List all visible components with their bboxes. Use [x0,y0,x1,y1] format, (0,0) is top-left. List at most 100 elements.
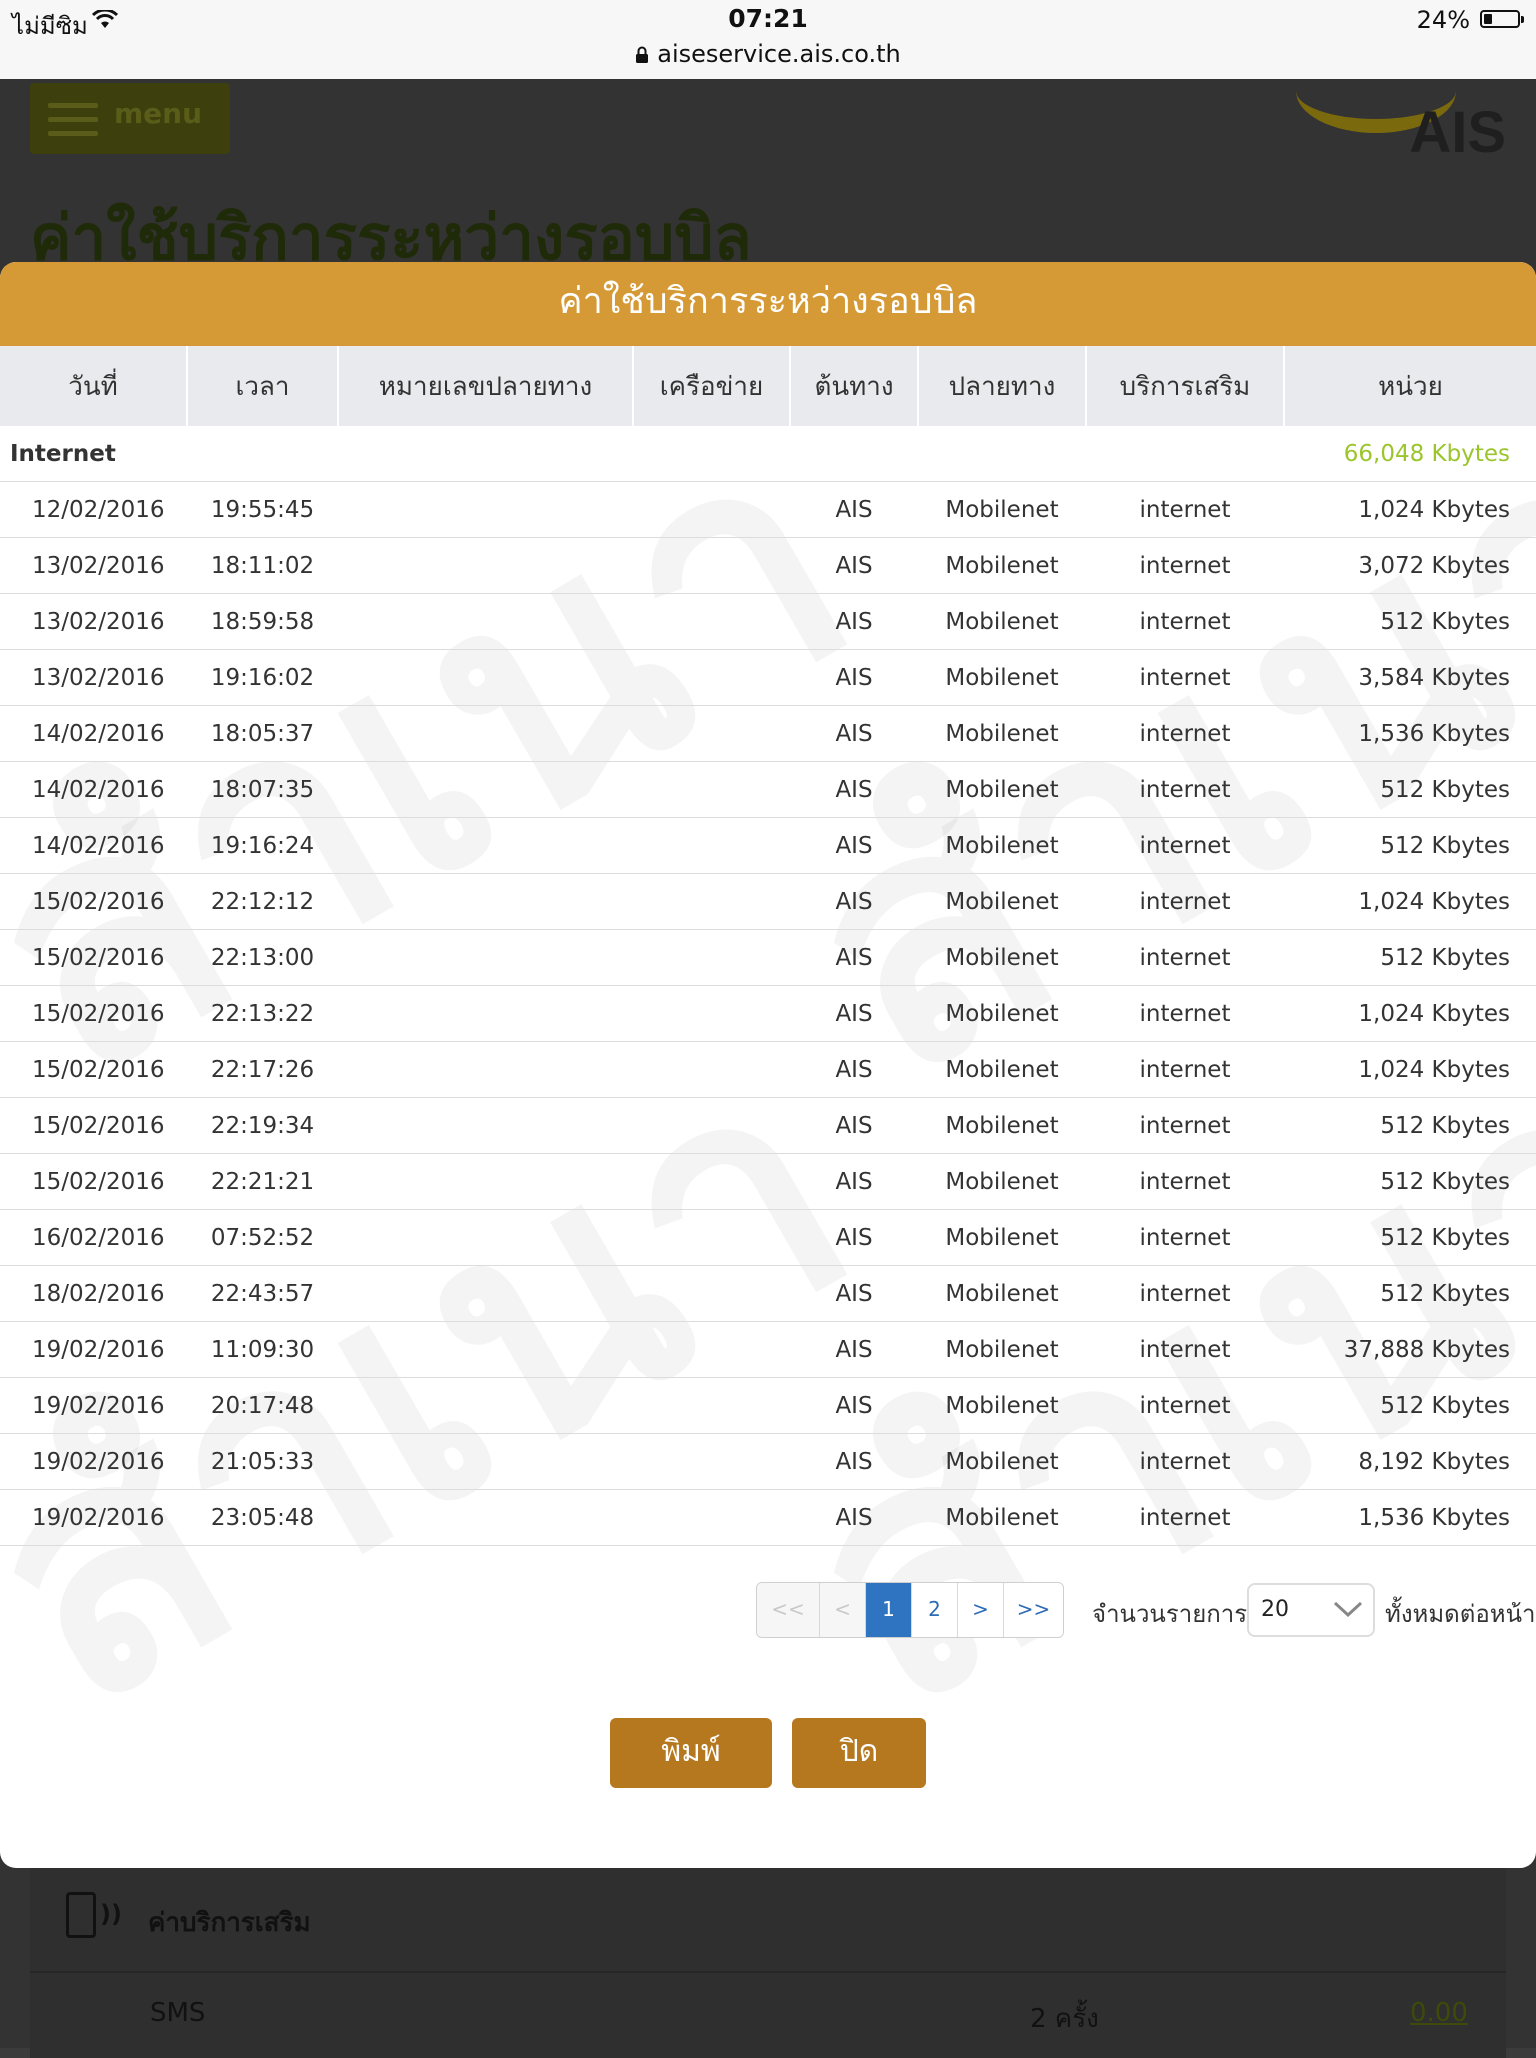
address-bar[interactable]: aiseservice.ais.co.th [0,40,1536,68]
cell-unit: 1,536 Kbytes [1284,705,1536,762]
cell-origin: AIS [790,705,918,762]
cell-unit: 512 Kbytes [1284,929,1536,986]
cell-date: 14/02/2016 [0,705,187,762]
per-page-tail: ทั้งหมดต่อหน้า [1385,1600,1536,1628]
cell-network [633,649,790,706]
table-row: 19/02/2016 21:05:33 AIS Mobilenet internet 8,… [0,1433,1536,1490]
col-dest-number: หมายเลขปลายทาง [337,346,633,426]
cell-date: 15/02/2016 [0,1153,187,1210]
cell-time: 18:07:35 [187,761,338,818]
cell-unit: 512 Kbytes [1284,1097,1536,1154]
lock-icon [636,46,649,63]
cell-date: 18/02/2016 [0,1265,187,1322]
battery-icon [1480,10,1524,28]
cell-dest-number [338,1489,633,1546]
cell-network [633,705,790,762]
cell-unit: 512 Kbytes [1284,1377,1536,1434]
cell-dest-number [338,705,633,762]
cell-unit: 1,024 Kbytes [1284,873,1536,930]
cell-dest-number [338,1321,633,1378]
cell-time: 11:09:30 [187,1321,338,1378]
sms-amount-link[interactable]: 0.00 [1410,1998,1468,2028]
cell-dest-number [338,649,633,706]
cell-origin: AIS [790,761,918,818]
cell-time: 19:55:45 [187,481,338,538]
prev-page-button[interactable]: < [819,1583,865,1637]
cell-date: 13/02/2016 [0,593,187,650]
close-button[interactable]: ปิด [792,1718,926,1788]
cell-date: 12/02/2016 [0,481,187,538]
last-page-button[interactable]: >> [1003,1583,1063,1637]
cell-dest-number [338,1041,633,1098]
cell-origin: AIS [790,1209,918,1266]
cell-network [633,1321,790,1378]
usage-modal: ค่าใช้บริการระหว่างรอบบิล สำเนา สำเนา สำ… [0,262,1536,1868]
cell-network [633,1209,790,1266]
menu-label: menu [114,97,203,130]
cell-network [633,537,790,594]
section-title: ค่าบริการเสริม [148,1908,311,1938]
cell-network [633,1153,790,1210]
cell-dest-number [338,537,633,594]
cell-destination: Mobilenet [918,1153,1086,1210]
cell-network [633,1433,790,1490]
table-row: 13/02/2016 18:11:02 AIS Mobilenet internet 3,… [0,537,1536,594]
table-row: 19/02/2016 11:09:30 AIS Mobilenet internet 37… [0,1321,1536,1378]
print-button[interactable]: พิมพ์ [610,1718,772,1788]
page-1-button[interactable]: 1 [865,1583,911,1637]
per-page-select[interactable]: 20 [1247,1583,1375,1637]
first-page-button[interactable]: << [757,1583,819,1637]
cell-network [633,593,790,650]
cell-service: internet [1086,481,1284,538]
cell-date: 15/02/2016 [0,873,187,930]
cell-unit: 512 Kbytes [1284,1209,1536,1266]
cell-date: 19/02/2016 [0,1321,187,1378]
cell-unit: 512 Kbytes [1284,1153,1536,1210]
table-row: 12/02/2016 19:55:45 AIS Mobilenet internet 1,… [0,481,1536,538]
cell-date: 13/02/2016 [0,537,187,594]
cell-network [633,985,790,1042]
table-row: 14/02/2016 19:16:24 AIS Mobilenet internet 51… [0,817,1536,874]
cell-dest-number [338,1433,633,1490]
cell-time: 22:43:57 [187,1265,338,1322]
cell-service: internet [1086,1433,1284,1490]
cell-origin: AIS [790,1377,918,1434]
next-page-button[interactable]: > [957,1583,1003,1637]
cell-network [633,873,790,930]
modal-title: ค่าใช้บริการระหว่างรอบบิล [0,262,1536,346]
table-row: 15/02/2016 22:12:12 AIS Mobilenet internet 1,… [0,873,1536,930]
cell-origin: AIS [790,817,918,874]
cell-destination: Mobilenet [918,1041,1086,1098]
cell-date: 16/02/2016 [0,1209,187,1266]
cell-time: 22:13:00 [187,929,338,986]
cell-dest-number [338,1153,633,1210]
cell-unit: 512 Kbytes [1284,1265,1536,1322]
menu-button[interactable]: menu [30,83,230,154]
cell-time: 22:17:26 [187,1041,338,1098]
cell-dest-number [338,1097,633,1154]
col-time: เวลา [186,346,338,426]
table-row: 14/02/2016 18:05:37 AIS Mobilenet internet 1,… [0,705,1536,762]
table-row: 19/02/2016 20:17:48 AIS Mobilenet internet 51… [0,1377,1536,1434]
cell-time: 07:52:52 [187,1209,338,1266]
cell-date: 19/02/2016 [0,1377,187,1434]
cell-origin: AIS [790,537,918,594]
cell-dest-number [338,873,633,930]
group-label: Internet [0,426,790,482]
cell-unit: 3,584 Kbytes [1284,649,1536,706]
cell-time: 22:13:22 [187,985,338,1042]
cell-unit: 1,536 Kbytes [1284,1489,1536,1546]
cell-time: 19:16:24 [187,817,338,874]
cell-dest-number [338,929,633,986]
cell-date: 15/02/2016 [0,929,187,986]
page-2-button[interactable]: 2 [911,1583,957,1637]
cell-time: 19:16:02 [187,649,338,706]
cell-network [633,761,790,818]
cell-destination: Mobilenet [918,1097,1086,1154]
cell-network [633,817,790,874]
cell-destination: Mobilenet [918,1209,1086,1266]
table-row: 19/02/2016 23:05:48 AIS Mobilenet internet 1,… [0,1489,1536,1546]
table-row: 15/02/2016 22:13:00 AIS Mobilenet internet 51… [0,929,1536,986]
cell-service: internet [1086,705,1284,762]
cell-dest-number [338,761,633,818]
